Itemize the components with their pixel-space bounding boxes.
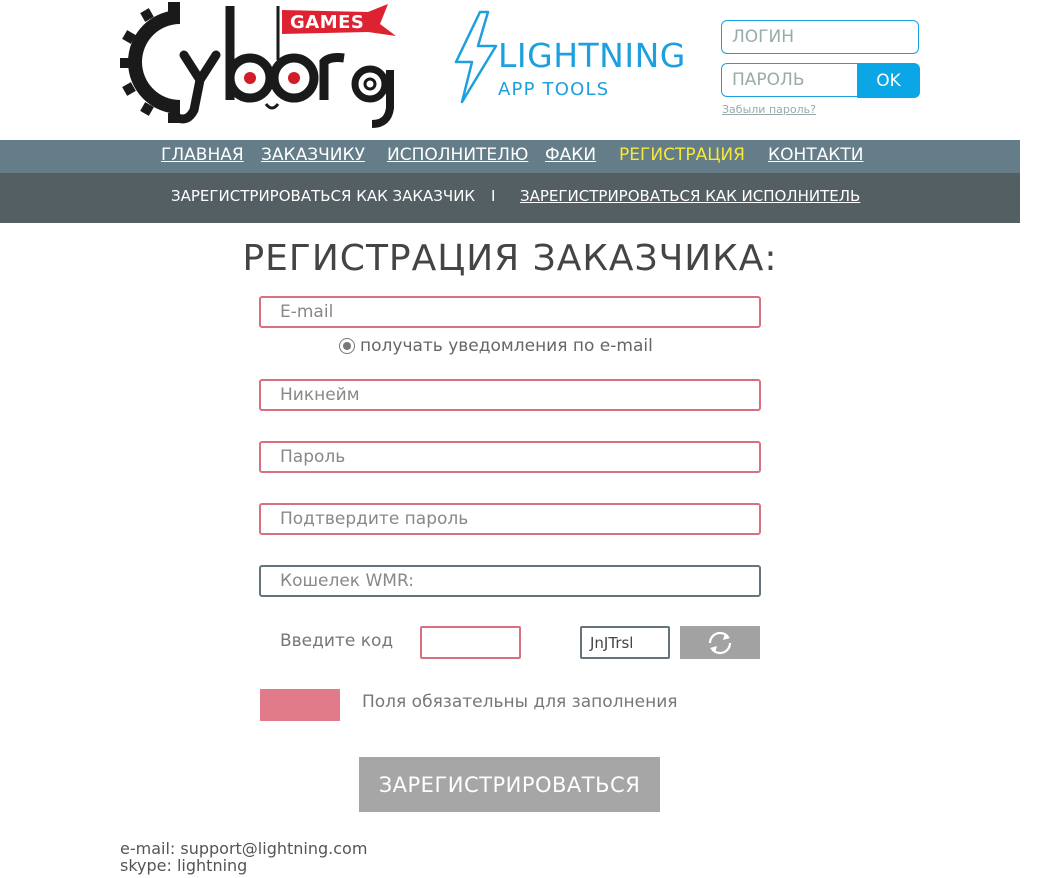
gear-icon	[351, 65, 389, 103]
required-swatch	[260, 689, 340, 721]
lightning-bolt-icon	[454, 10, 498, 104]
wallet-field[interactable]	[259, 565, 761, 597]
confirm-password-field[interactable]	[259, 503, 761, 535]
forgot-password-link[interactable]: Забыли пароль?	[722, 103, 816, 116]
nav-customer[interactable]: ЗАКАЗЧИКУ	[261, 145, 365, 165]
notify-option[interactable]: получать уведомления по e-mail	[339, 336, 653, 356]
nav-registration[interactable]: РЕГИСТРАЦИЯ	[619, 145, 745, 165]
main-nav: ГЛАВНАЯ ЗАКАЗЧИКУ ИСПОЛНИТЕЛЮ ФАКИ РЕГИС…	[0, 140, 1020, 173]
password-field[interactable]	[259, 441, 761, 473]
password-input[interactable]	[721, 63, 857, 97]
nickname-field[interactable]	[259, 379, 761, 411]
email-field[interactable]	[259, 296, 761, 328]
radio-icon[interactable]	[339, 338, 355, 354]
register-button[interactable]: ЗАРЕГИСТРИРОВАТЬСЯ	[359, 757, 660, 812]
cyborg-games-logo[interactable]: GAMES	[118, 0, 403, 128]
notify-label: получать уведомления по e-mail	[360, 336, 653, 356]
nav-contacts[interactable]: КОНТАКТИ	[768, 145, 863, 165]
login-input[interactable]	[721, 20, 919, 54]
captcha-image: JnJTrsl	[580, 626, 670, 659]
register-as-performer-link[interactable]: ЗАРЕГИСТРИРОВАТЬСЯ КАК ИСПОЛНИТЕЛЬ	[520, 187, 860, 205]
captcha-input[interactable]	[420, 626, 521, 659]
refresh-icon	[708, 631, 732, 654]
lightning-subtitle: APP TOOLS	[498, 79, 610, 100]
sub-nav: ЗАРЕГИСТРИРОВАТЬСЯ КАК ЗАКАЗЧИК I ЗАРЕГИ…	[0, 173, 1020, 223]
required-note: Поля обязательны для заполнения	[362, 692, 678, 712]
nav-home[interactable]: ГЛАВНАЯ	[161, 145, 244, 165]
register-as-customer-link[interactable]: ЗАРЕГИСТРИРОВАТЬСЯ КАК ЗАКАЗЧИК	[171, 187, 475, 205]
footer-skype: skype: lightning	[120, 856, 248, 875]
lightning-title: LIGHTNING	[498, 36, 686, 75]
code-label: Введите код	[280, 631, 394, 651]
subnav-separator: I	[491, 187, 496, 205]
cyborg-badge-text: GAMES	[290, 12, 365, 33]
nav-performer[interactable]: ИСПОЛНИТЕЛЮ	[387, 145, 528, 165]
nav-faq[interactable]: ФАКИ	[545, 145, 596, 165]
ok-button[interactable]: OK	[857, 63, 920, 98]
refresh-captcha-button[interactable]	[680, 626, 760, 659]
page-title: РЕГИСТРАЦИЯ ЗАКАЗЧИКА:	[242, 238, 778, 279]
